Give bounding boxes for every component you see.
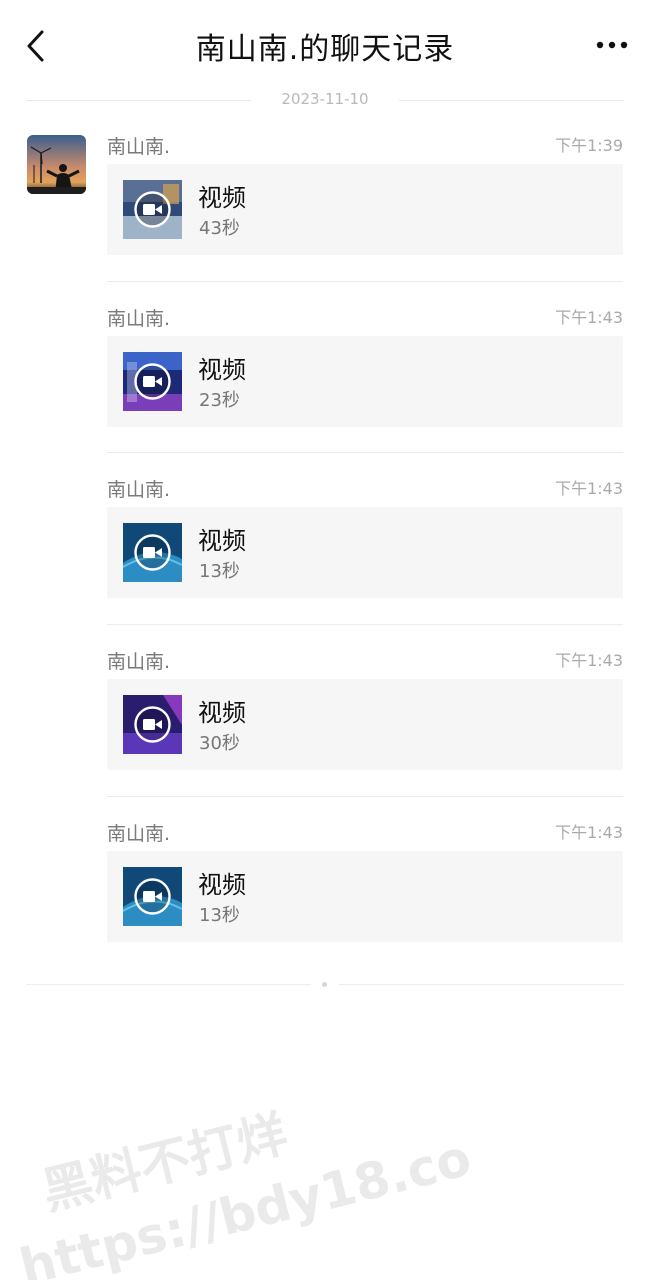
watermark-line2: https://bdy18.co [14,1129,477,1280]
video-label: 视频 [198,356,246,384]
more-dots-icon [596,41,628,49]
nav-bar: 南山南.的聊天记录 [0,0,650,90]
video-camera-icon [143,376,155,387]
video-thumbnail [123,180,182,239]
watermark-line1: 黑料不打烊 [36,1105,293,1221]
message-time: 下午1:43 [555,823,623,842]
video-message-card[interactable]: 视频 13秒 [107,507,623,598]
video-message-card[interactable]: 视频 43秒 [107,164,623,255]
video-label: 视频 [198,871,246,899]
page-title: 南山南.的聊天记录 [195,32,455,67]
video-message-card[interactable]: 视频 23秒 [107,336,623,427]
sender-name: 南山南. [107,136,171,158]
watermark: 黑料不打烊 https://bdy18.co [13,1105,478,1280]
video-thumbnail [123,867,182,926]
message-separator [107,281,623,282]
message-time: 下午1:43 [555,479,623,498]
avatar[interactable] [27,135,86,194]
sender-name: 南山南. [107,651,171,673]
video-camera-icon [143,547,155,558]
sender-name: 南山南. [107,308,171,330]
video-label: 视频 [198,699,246,727]
chat-message: 南山南. 下午1:43 视频 13秒 [107,819,623,959]
message-time: 下午1:39 [555,136,623,155]
divider-line [26,984,311,985]
video-duration: 23秒 [199,390,240,411]
chat-message: 南山南. 下午1:39 视频 43秒 [107,132,623,272]
video-message-card[interactable]: 视频 13秒 [107,851,623,942]
chat-message: 南山南. 下午1:43 视频 13秒 [107,475,623,615]
chat-message: 南山南. 下午1:43 视频 23秒 [107,304,623,444]
video-thumbnail [123,695,182,754]
video-duration: 13秒 [199,561,240,582]
sender-name: 南山南. [107,479,171,501]
divider-line [339,984,624,985]
message-separator [107,796,623,797]
date-divider: 2023-11-10 [26,88,624,112]
video-duration: 30秒 [199,733,240,754]
video-message-card[interactable]: 视频 30秒 [107,679,623,770]
video-duration: 13秒 [199,905,240,926]
message-separator [107,624,623,625]
end-divider [26,978,624,992]
date-label: 2023-11-10 [281,90,369,108]
chat-message: 南山南. 下午1:43 视频 30秒 [107,647,623,787]
message-time: 下午1:43 [555,308,623,327]
divider-dot [322,982,327,987]
video-camera-icon [143,891,155,902]
message-time: 下午1:43 [555,651,623,670]
message-separator [107,452,623,453]
more-button[interactable] [592,28,632,62]
video-camera-icon [143,719,155,730]
video-label: 视频 [198,527,246,555]
sender-name: 南山南. [107,823,171,845]
video-thumbnail [123,352,182,411]
video-thumbnail [123,523,182,582]
video-duration: 43秒 [199,218,240,239]
video-camera-icon [143,204,155,215]
divider-line [399,100,624,101]
avatar-image [27,135,86,194]
video-label: 视频 [198,184,246,212]
